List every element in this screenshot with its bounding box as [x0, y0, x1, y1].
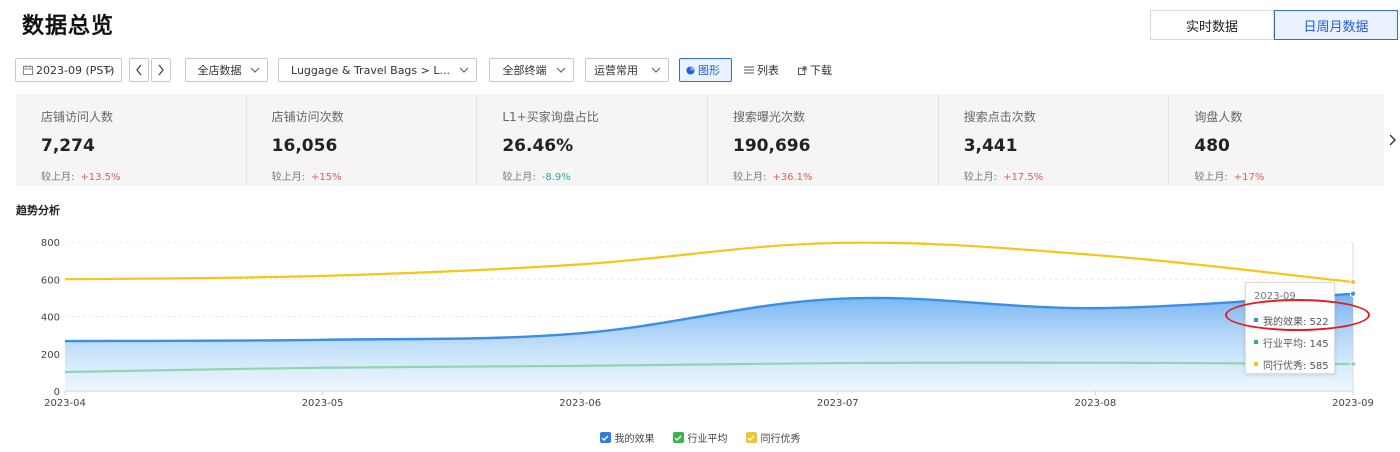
list-view-label: 列表	[757, 64, 779, 77]
y-tick-label: 600	[41, 275, 60, 286]
metric-compare: 较上月: +36.1%	[733, 172, 813, 183]
x-tick-label: 2023-09	[1332, 398, 1374, 409]
realtime-data-tab[interactable]: 实时数据	[1150, 10, 1274, 40]
metric-change: +17.5%	[1003, 172, 1044, 183]
download-label: 下载	[810, 64, 832, 77]
date-picker[interactable]: 2023-09 (PST)	[15, 58, 122, 82]
tooltip-row: 行业平均: 145	[1254, 331, 1334, 353]
pie-chart-icon	[686, 65, 695, 75]
tooltip-row: 同行优秀: 585	[1254, 353, 1334, 375]
x-tick-label: 2023-06	[559, 398, 601, 409]
chevron-down-icon	[104, 67, 114, 73]
metric-compare: 较上月: -8.9%	[502, 172, 571, 183]
series-line	[64, 241, 1354, 284]
prev-period-button[interactable]	[129, 58, 149, 82]
series-point	[1349, 290, 1357, 297]
metric-value: 26.46%	[502, 136, 574, 156]
list-icon	[744, 66, 754, 74]
metric-value: 480	[1194, 136, 1230, 156]
metric-change: -8.9%	[541, 172, 571, 183]
metric-compare: 较上月: +15%	[271, 172, 342, 183]
chevron-left-icon	[136, 64, 142, 76]
legend-item-industry-average[interactable]: 行业平均	[672, 430, 728, 445]
chart-view-toggle[interactable]: 图形	[679, 58, 732, 82]
terminal-select[interactable]: 全部终端	[489, 58, 574, 82]
filter-toolbar: 2023-09 (PST) 全店数据 Luggage & Travel Bags…	[0, 58, 1400, 82]
view-switch: 实时数据 日周月数据	[1150, 10, 1398, 40]
download-icon	[798, 65, 807, 75]
metric-card[interactable]: 店铺访问次数 16,056 较上月: +15%	[247, 94, 478, 186]
metric-label: 搜索点击次数	[963, 110, 1036, 124]
metric-label: L1+买家询盘占比	[502, 110, 599, 124]
series-marker-icon	[1254, 340, 1258, 344]
metric-change: +36.1%	[772, 172, 813, 183]
metric-value: 190,696	[733, 136, 811, 156]
metric-compare: 较上月: +17%	[1194, 172, 1265, 183]
category-select[interactable]: Luggage & Travel Bags > L...	[278, 58, 477, 82]
download-button[interactable]: 下载	[791, 58, 839, 82]
metric-label: 搜索曝光次数	[733, 110, 806, 124]
checkbox-checked-icon	[672, 432, 684, 443]
legend-item-my-performance[interactable]: 我的效果	[599, 430, 655, 445]
series-area	[65, 293, 1353, 391]
x-tick-label: 2023-04	[44, 398, 86, 409]
chevron-down-icon	[459, 67, 469, 73]
calendar-icon	[23, 65, 33, 75]
metric-label: 询盘人数	[1194, 110, 1243, 124]
x-tick-label: 2023-07	[817, 398, 859, 409]
x-tick-label: 2023-08	[1075, 398, 1117, 409]
series-marker-icon	[1254, 362, 1258, 366]
y-tick-label: 800	[41, 238, 60, 249]
chevron-down-icon	[651, 67, 661, 73]
list-view-toggle[interactable]: 列表	[737, 58, 786, 82]
metric-cards: 店铺访问人数 7,274 较上月: +13.5% 店铺访问次数 16,056 较上…	[16, 94, 1400, 186]
metric-group-select-value: 运营常用	[594, 64, 638, 77]
metric-change: +15%	[311, 172, 342, 183]
metric-change: +17%	[1233, 172, 1265, 183]
checkbox-checked-icon	[599, 432, 611, 443]
chevron-down-icon	[250, 67, 260, 73]
metric-label: 店铺访问人数	[41, 110, 114, 124]
metric-compare: 较上月: +17.5%	[963, 172, 1044, 183]
metric-card[interactable]: 搜索曝光次数 190,696 较上月: +36.1%	[708, 94, 939, 186]
checkbox-checked-icon	[745, 432, 757, 443]
metrics-next-button[interactable]	[1384, 94, 1400, 186]
x-tick-label: 2023-05	[302, 398, 344, 409]
metric-group-select[interactable]: 运营常用	[585, 58, 669, 82]
metric-card[interactable]: 询盘人数 480 较上月: +17%	[1169, 94, 1400, 186]
metric-value: 7,274	[41, 136, 95, 156]
series-point	[1349, 360, 1357, 368]
next-period-button[interactable]	[151, 58, 171, 82]
page-title: 数据总览	[22, 14, 115, 39]
y-tick-label: 200	[41, 350, 60, 361]
metric-card[interactable]: 搜索点击次数 3,441 较上月: +17.5%	[939, 94, 1170, 186]
periodic-data-tab[interactable]: 日周月数据	[1274, 10, 1398, 40]
trend-chart: 0 200 400 600 800 2023-04 2023-05 2023-06 2023-0…	[41, 238, 1374, 409]
metric-change: +13.5%	[80, 172, 121, 183]
legend-item-peer-excellent[interactable]: 同行优秀	[745, 430, 801, 445]
metric-card[interactable]: 店铺访问人数 7,274 较上月: +13.5%	[16, 94, 247, 186]
red-highlight-ellipse	[1225, 299, 1370, 331]
chevron-down-icon	[556, 67, 566, 73]
section-title: 趋势分析	[16, 204, 60, 217]
metric-value: 16,056	[271, 136, 338, 156]
metric-label: 店铺访问次数	[271, 110, 344, 124]
metric-card[interactable]: L1+买家询盘占比 26.46% 较上月: -8.9%	[477, 94, 709, 186]
chevron-right-icon	[1389, 134, 1396, 146]
series-point	[1349, 278, 1357, 286]
y-tick-label: 400	[41, 313, 60, 324]
category-select-value: Luggage & Travel Bags > L...	[291, 63, 450, 77]
metric-value: 3,441	[963, 136, 1018, 156]
chart-view-label: 图形	[698, 64, 720, 77]
scope-select[interactable]: 全店数据	[185, 58, 268, 82]
chevron-right-icon	[158, 64, 164, 76]
metric-compare: 较上月: +13.5%	[41, 172, 121, 183]
chart-legend: 我的效果 行业平均 同行优秀	[0, 430, 1400, 445]
y-tick-label: 0	[54, 387, 60, 398]
